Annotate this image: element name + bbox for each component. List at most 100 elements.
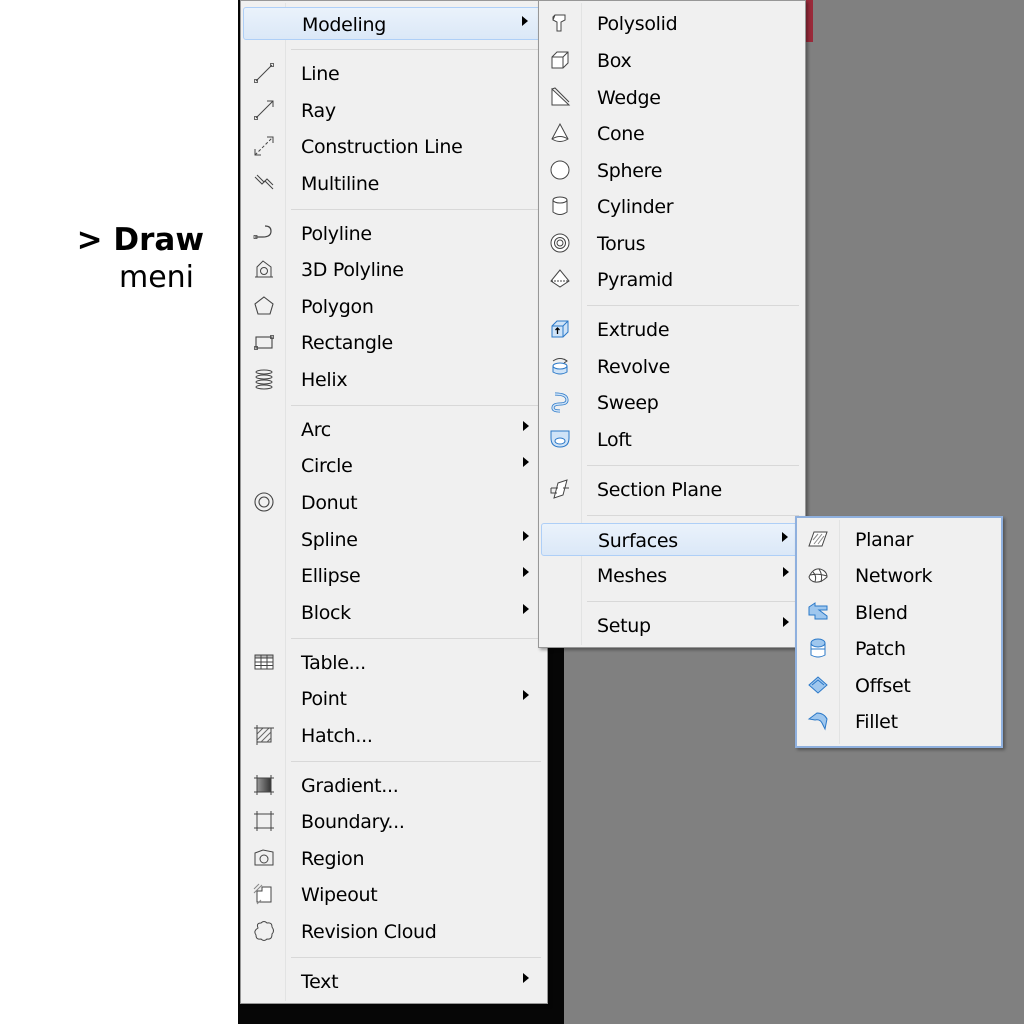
submenu-arrow-icon xyxy=(523,531,529,541)
menu-item-ray[interactable]: Ray xyxy=(243,94,545,127)
menu-item-label: Hatch... xyxy=(301,725,373,747)
menu-item-3d-polyline[interactable]: 3D Polyline xyxy=(243,253,545,286)
menu-item-label: Spline xyxy=(301,529,358,551)
loft-icon xyxy=(549,428,571,450)
menu-item-patch[interactable]: Patch xyxy=(799,632,999,665)
ray-icon xyxy=(253,99,275,121)
menu-item-line[interactable]: Line xyxy=(243,57,545,90)
submenu-arrow-icon xyxy=(783,617,789,627)
submenu-arrow-icon xyxy=(523,604,529,614)
menu-item-section-plane[interactable]: Section Plane xyxy=(541,473,803,506)
menu-item-sweep[interactable]: Sweep xyxy=(541,386,803,419)
menu-item-label: Wipeout xyxy=(301,884,378,906)
menu-item-label: Polysolid xyxy=(597,13,678,35)
menu-item-table[interactable]: Table... xyxy=(243,646,545,679)
helix-icon xyxy=(253,368,275,390)
menu-item-box[interactable]: Box xyxy=(541,44,803,77)
submenu-arrow-icon xyxy=(523,690,529,700)
menu-separator xyxy=(587,465,799,466)
hatch-icon xyxy=(253,724,275,746)
menu-item-text[interactable]: Text xyxy=(243,965,545,998)
menu-item-block[interactable]: Block xyxy=(243,596,545,629)
menu-item-label: Extrude xyxy=(597,319,670,341)
menu-item-extrude[interactable]: Extrude xyxy=(541,313,803,346)
menu-item-ellipse[interactable]: Ellipse xyxy=(243,559,545,592)
menu-item-loft[interactable]: Loft xyxy=(541,423,803,456)
menu-item-label: Polygon xyxy=(301,296,374,318)
menu-item-label: Planar xyxy=(855,529,914,551)
revision-cloud-icon xyxy=(253,920,275,942)
menu-item-cylinder[interactable]: Cylinder xyxy=(541,190,803,223)
menu-item-wedge[interactable]: Wedge xyxy=(541,81,803,114)
menu-item-label: Blend xyxy=(855,602,908,624)
menu-item-label: Arc xyxy=(301,419,331,441)
menu-item-label: Sweep xyxy=(597,392,659,414)
menu-item-point[interactable]: Point xyxy=(243,682,545,715)
blend-icon xyxy=(807,601,829,623)
menu-item-blend[interactable]: Blend xyxy=(799,596,999,629)
menu-item-planar[interactable]: Planar xyxy=(799,523,999,556)
menu-item-boundary[interactable]: Boundary... xyxy=(243,805,545,838)
menu-separator xyxy=(587,515,799,516)
submenu-arrow-icon xyxy=(522,16,528,26)
menu-item-revolve[interactable]: Revolve xyxy=(541,350,803,383)
menu-item-polysolid[interactable]: Polysolid xyxy=(541,7,803,40)
menu-item-arc[interactable]: Arc xyxy=(243,413,545,446)
menu-item-modeling[interactable]: Modeling xyxy=(243,7,545,40)
menu-item-label: Meshes xyxy=(597,565,667,587)
menu-item-construction-line[interactable]: Construction Line xyxy=(243,130,545,163)
menu-item-circle[interactable]: Circle xyxy=(243,449,545,482)
fillet-icon xyxy=(807,710,829,732)
revolve-icon xyxy=(549,355,571,377)
menu-item-label: Loft xyxy=(597,429,632,451)
pyramid-icon xyxy=(549,268,571,290)
submenu-arrow-icon xyxy=(523,457,529,467)
menu-item-label: Ray xyxy=(301,100,336,122)
torus-icon xyxy=(549,232,571,254)
menu-item-polygon[interactable]: Polygon xyxy=(243,290,545,323)
menu-item-donut[interactable]: Donut xyxy=(243,486,545,519)
menu-separator xyxy=(291,957,541,958)
menu-item-label: 3D Polyline xyxy=(301,259,404,281)
menu-item-meshes[interactable]: Meshes xyxy=(541,559,803,592)
menu-item-gradient[interactable]: Gradient... xyxy=(243,769,545,802)
offset-icon xyxy=(807,674,829,696)
gradient-icon xyxy=(253,774,275,796)
menu-item-fillet[interactable]: Fillet xyxy=(799,705,999,738)
menu-item-cone[interactable]: Cone xyxy=(541,117,803,150)
menu-item-sphere[interactable]: Sphere xyxy=(541,154,803,187)
menu-item-helix[interactable]: Helix xyxy=(243,363,545,396)
submenu-arrow-icon xyxy=(523,421,529,431)
menu-item-label: Construction Line xyxy=(301,136,463,158)
menu-item-region[interactable]: Region xyxy=(243,842,545,875)
submenu-arrow-icon xyxy=(523,567,529,577)
menu-item-label: Surfaces xyxy=(598,530,678,552)
menu-item-hatch[interactable]: Hatch... xyxy=(243,719,545,752)
sweep-icon xyxy=(549,391,571,413)
menu-item-label: Fillet xyxy=(855,711,898,733)
menu-item-label: Region xyxy=(301,848,365,870)
planar-icon xyxy=(807,528,829,550)
menu-item-setup[interactable]: Setup xyxy=(541,609,803,642)
menu-item-pyramid[interactable]: Pyramid xyxy=(541,263,803,296)
menu-item-label: Modeling xyxy=(302,14,387,36)
region-icon xyxy=(253,847,275,869)
slide-caption: > Draw meni xyxy=(70,220,220,296)
menu-item-label: Point xyxy=(301,688,347,710)
menu-item-rectangle[interactable]: Rectangle xyxy=(243,326,545,359)
menu-separator xyxy=(291,638,541,639)
menu-item-torus[interactable]: Torus xyxy=(541,227,803,260)
menu-item-label: Sphere xyxy=(597,160,663,182)
menu-item-label: Box xyxy=(597,50,632,72)
menu-item-revision-cloud[interactable]: Revision Cloud xyxy=(243,915,545,948)
menu-item-spline[interactable]: Spline xyxy=(243,523,545,556)
cone-icon xyxy=(549,122,571,144)
menu-item-network[interactable]: Network xyxy=(799,559,999,592)
menu-item-surfaces[interactable]: Surfaces xyxy=(541,523,803,556)
menu-item-multiline[interactable]: Multiline xyxy=(243,167,545,200)
menu-item-wipeout[interactable]: Wipeout xyxy=(243,878,545,911)
cylinder-icon xyxy=(549,195,571,217)
menu-item-polyline[interactable]: Polyline xyxy=(243,217,545,250)
polygon-icon xyxy=(253,295,275,317)
menu-item-offset[interactable]: Offset xyxy=(799,669,999,702)
